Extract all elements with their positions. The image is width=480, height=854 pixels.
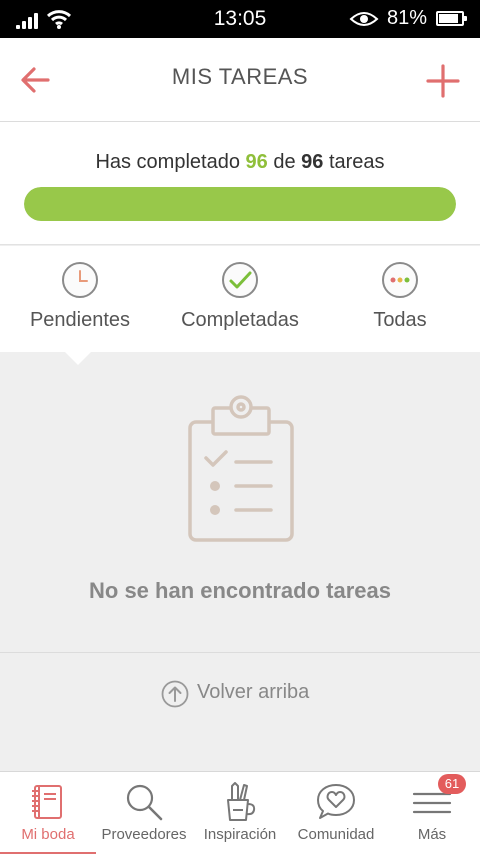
filter-tabs: Pendientes Completadas Todas xyxy=(0,246,480,352)
tabbar-label: Más xyxy=(417,826,447,843)
arrow-up-circle-icon xyxy=(161,680,189,708)
clipboard-checklist-icon xyxy=(188,395,294,542)
tab-label: Completadas xyxy=(181,309,299,331)
status-bar: 13:05 81% xyxy=(0,0,480,38)
tabbar-item-inspiracion[interactable]: Inspiración xyxy=(192,772,288,854)
tab-pendientes[interactable]: Pendientes xyxy=(0,246,160,352)
check-circle-icon xyxy=(222,262,258,298)
progress-suffix: tareas xyxy=(328,151,385,173)
empty-state: No se han encontrado tareas xyxy=(0,352,480,652)
page-title: MIS TAREAS xyxy=(171,64,309,89)
tabbar-label: Proveedores xyxy=(101,826,187,843)
bottom-tab-bar: Mi boda Proveedores Inspiración Comunida… xyxy=(0,771,480,854)
plus-icon[interactable] xyxy=(424,62,462,100)
progress-text: Has completado 96 de 96 tareas xyxy=(0,151,480,174)
progress-middle: de xyxy=(273,151,296,173)
tabbar-label: Inspiración xyxy=(203,826,277,843)
notebook-icon xyxy=(32,785,62,819)
progress-prefix: Has completado xyxy=(95,151,240,173)
tab-label: Pendientes xyxy=(29,309,131,331)
divider xyxy=(0,652,480,653)
progress-fill xyxy=(24,187,456,221)
progress-summary: Has completado 96 de 96 tareas xyxy=(0,122,480,245)
back-to-top-link[interactable]: Volver arriba xyxy=(0,672,480,712)
app-header: MIS TAREAS xyxy=(0,38,480,122)
clock-icon xyxy=(62,262,98,298)
empty-message: No se han encontrado tareas xyxy=(89,578,391,603)
tab-completadas[interactable]: Completadas xyxy=(160,246,320,352)
tabbar-label: Comunidad xyxy=(297,826,375,843)
total-count: 96 xyxy=(301,151,324,173)
tabbar-label: Mi boda xyxy=(21,826,75,843)
pencil-cup-icon xyxy=(227,782,256,821)
tab-todas[interactable]: Todas xyxy=(320,246,480,352)
eye-icon xyxy=(349,12,379,26)
battery-icon xyxy=(436,11,467,26)
tabbar-item-mi-boda[interactable]: Mi boda xyxy=(0,772,96,854)
battery-percentage: 81% xyxy=(387,7,428,29)
tab-label: Todas xyxy=(373,309,427,331)
tabbar-item-proveedores[interactable]: Proveedores xyxy=(96,772,192,854)
search-icon xyxy=(126,784,163,821)
tabbar-item-comunidad[interactable]: Comunidad xyxy=(288,772,384,854)
progress-bar xyxy=(24,187,456,221)
notification-badge: 61 xyxy=(438,774,466,794)
completed-count: 96 xyxy=(245,151,268,173)
dots-circle-icon xyxy=(382,262,418,298)
heart-bubble-icon xyxy=(317,784,355,819)
back-to-top-label: Volver arriba xyxy=(197,681,310,703)
